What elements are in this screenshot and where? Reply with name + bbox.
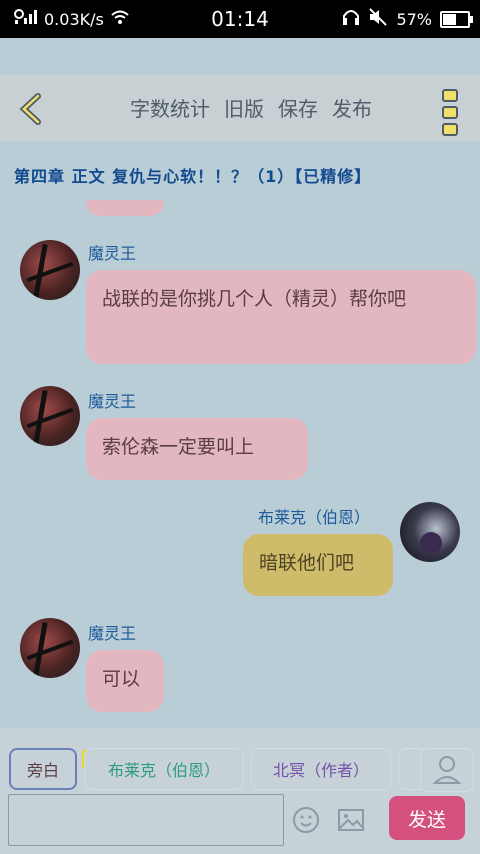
toolbar-menu: 字数统计 旧版 保存 发布 [130, 93, 372, 122]
status-right: 57% [342, 8, 473, 30]
message-input[interactable] [8, 794, 284, 846]
more-dot-icon [442, 106, 458, 119]
emoji-button[interactable] [292, 806, 320, 834]
composer-panel: 旁白 主 布莱克（伯恩） 北冥（作者） 发送 [0, 728, 480, 854]
smiley-icon [293, 807, 319, 833]
role-beiming-button[interactable]: 北冥（作者） [251, 748, 391, 790]
more-dot-icon [442, 89, 458, 102]
avatar[interactable] [400, 502, 460, 562]
editor-toolbar: 字数统计 旧版 保存 发布 [0, 75, 480, 141]
chapter-title: 第四章 正文 复仇与心软！！？（1）【已精修】 [14, 167, 372, 186]
message-bubble[interactable]: 索伦森一定要叫上 [86, 418, 308, 480]
publish-button[interactable]: 发布 [332, 93, 372, 122]
send-button[interactable]: 发送 [389, 796, 465, 840]
image-icon [338, 809, 364, 831]
message-sender: 布莱克（伯恩） [258, 508, 371, 527]
message-bubble-partial [86, 200, 164, 216]
avatar[interactable] [20, 618, 80, 678]
battery-percent: 57% [396, 9, 432, 29]
message-bubble[interactable]: 可以 [86, 650, 164, 712]
battery-icon [440, 10, 473, 28]
role-blake-button[interactable]: 布莱克（伯恩） [84, 748, 244, 790]
user-icon [432, 756, 462, 784]
message-sender: 魔灵王 [88, 392, 137, 411]
status-bar: 0.03K/s 01:14 57% [0, 0, 480, 38]
more-menu-button[interactable] [442, 89, 458, 140]
mute-icon [368, 8, 388, 30]
battery-fill [443, 13, 456, 25]
avatar[interactable] [20, 240, 80, 300]
save-button[interactable]: 保存 [278, 93, 318, 122]
message-bubble[interactable]: 暗联他们吧 [243, 534, 393, 596]
old-version-button[interactable]: 旧版 [224, 93, 264, 122]
image-button[interactable] [337, 806, 365, 834]
role-narrator-button[interactable]: 旁白 [9, 748, 77, 790]
back-button[interactable] [18, 93, 44, 125]
headset-icon [342, 8, 360, 30]
chevron-left-icon [19, 93, 41, 125]
message-bubble[interactable]: 战联的是你挑几个人（精灵）帮你吧 [86, 270, 476, 364]
avatar[interactable] [20, 386, 80, 446]
more-dot-icon [442, 123, 458, 136]
word-count-button[interactable]: 字数统计 [130, 93, 210, 122]
message-sender: 魔灵王 [88, 244, 137, 263]
message-sender: 魔灵王 [88, 624, 137, 643]
add-role-button[interactable] [420, 748, 474, 792]
